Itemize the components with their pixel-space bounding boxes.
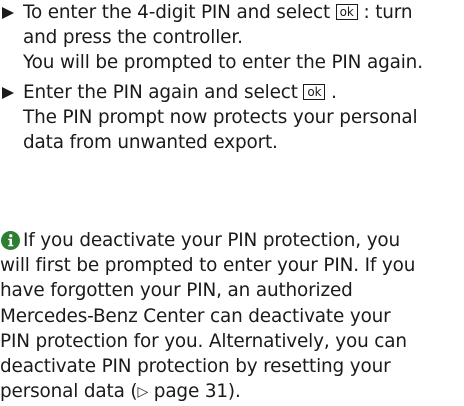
triangle-arrow-icon (1, 0, 17, 25)
step-1-text-after-button: : turn (357, 2, 413, 23)
triangle-arrow-icon (1, 80, 17, 105)
note-last-line-end: ). (227, 381, 241, 403)
note-line-5: PIN protection for you. Alternatively, y… (0, 330, 407, 352)
note-line-2: will first be prompted to enter your PIN… (0, 255, 416, 277)
page-reference-link[interactable]: page 31 (148, 381, 228, 402)
step-1-line-2: and press the controller. (23, 27, 243, 49)
step-2-text-before-button: Enter the PIN again and select (23, 82, 304, 103)
note-line-3: have forgotten your PIN, an authorized (0, 280, 353, 302)
ok-button: ok (303, 84, 326, 100)
instruction-step-2: Enter the PIN again and select ok . The … (0, 80, 464, 156)
ok-button: ok (335, 4, 358, 20)
step-2-text-after-button: . (325, 82, 337, 103)
note-line-6: deactivate PIN protection by resetting y… (0, 355, 391, 377)
step-2-line-2: The PIN prompt now protects your persona… (23, 107, 418, 129)
instruction-step-1: To enter the 4-digit PIN and select ok :… (0, 0, 464, 76)
page-reference-arrow-icon: ▷ (137, 384, 149, 401)
note-line-1: If you deactivate your PIN protection, y… (23, 230, 401, 251)
step-1-line-3: You will be prompted to enter the PIN ag… (23, 52, 423, 74)
note-last-line-text: personal data ( (0, 381, 138, 403)
note-line-4: Mercedes-Benz Center can deactivate your (0, 305, 391, 327)
step-2-line-3: data from unwanted export. (23, 132, 278, 154)
step-1-text-before-button: To enter the 4-digit PIN and select (23, 2, 336, 23)
